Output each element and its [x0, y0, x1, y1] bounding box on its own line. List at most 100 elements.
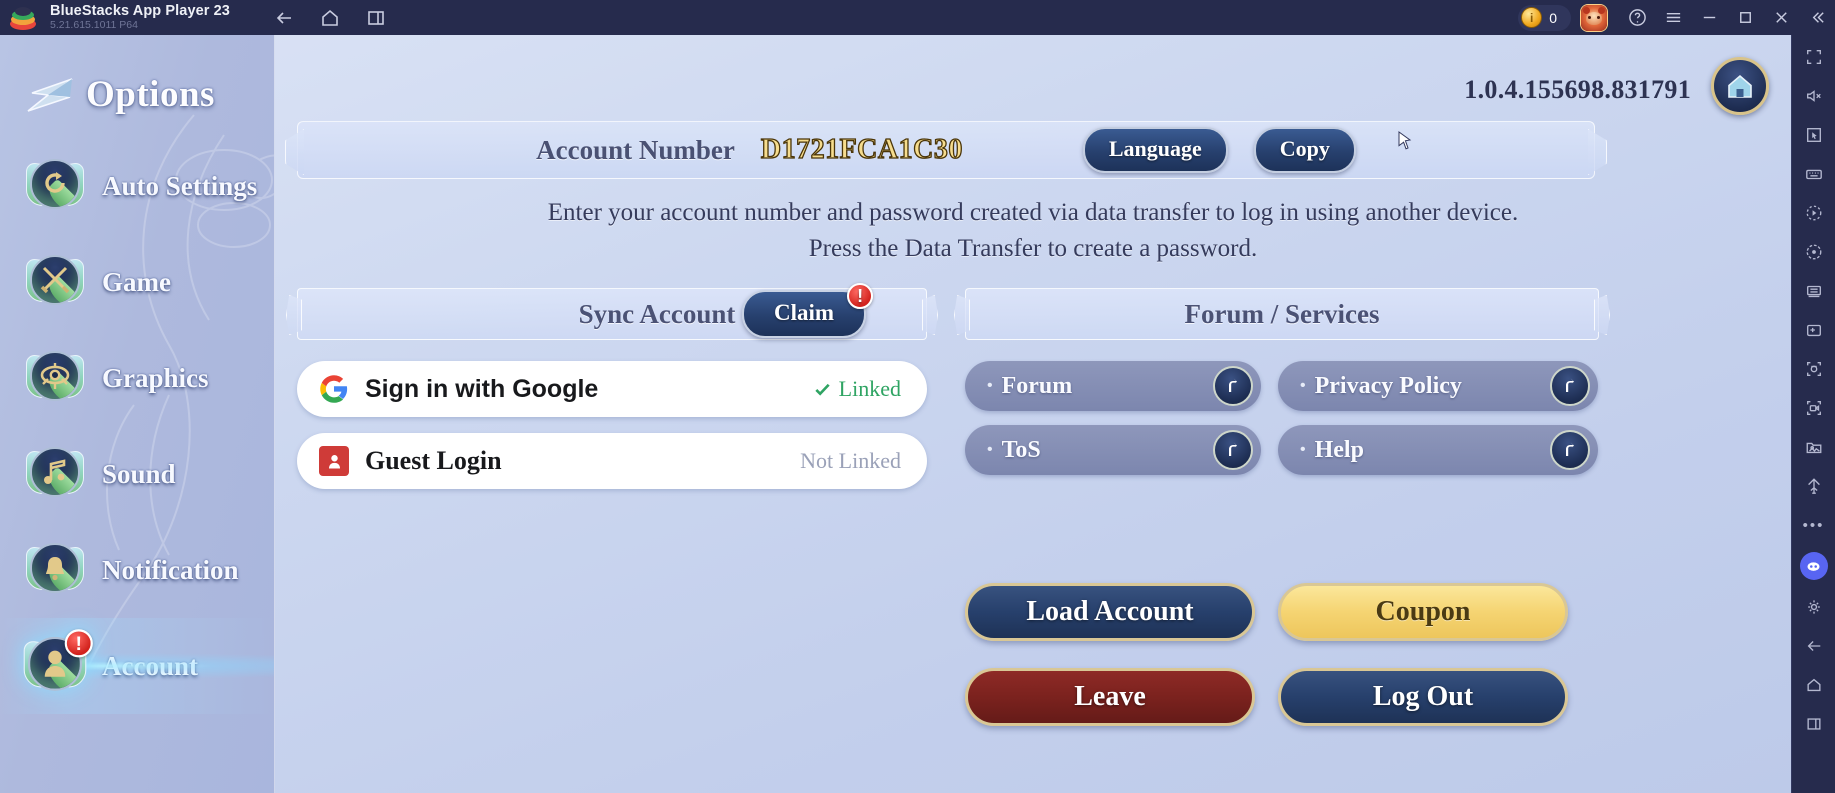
sidebar-item-account[interactable]: ! Account [0, 618, 274, 714]
google-status-text: Linked [838, 376, 901, 401]
google-signin-label: Sign in with Google [365, 374, 599, 403]
bluestacks-logo-icon [10, 5, 36, 31]
sidebar-item-auto-settings[interactable]: Auto Settings [0, 138, 274, 234]
options-sidebar: Options Auto Settings Game Graphics Soun… [0, 35, 275, 793]
titlebar-nav-group [264, 3, 396, 33]
guest-login-label: Guest Login [365, 446, 502, 475]
log-out-button[interactable]: Log Out [1278, 668, 1568, 726]
copy-button[interactable]: Copy [1253, 127, 1356, 173]
coin-balance[interactable]: i 0 [1518, 4, 1571, 31]
maximize-icon[interactable] [1727, 0, 1763, 35]
page-title: Options [86, 74, 215, 115]
sidebar-item-graphics[interactable]: Graphics [0, 330, 274, 426]
claim-button-label: Claim [774, 300, 835, 325]
privacy-policy-link-button[interactable]: • Privacy Policy [1278, 361, 1598, 411]
home-house-icon[interactable] [1711, 57, 1769, 115]
description-line-2: Press the Data Transfer to create a pass… [808, 234, 1258, 262]
sync-account-title: Sync Account [578, 298, 736, 329]
coin-count: 0 [1549, 9, 1557, 26]
bullet-icon: • [1300, 441, 1306, 458]
cursor-icon[interactable] [1796, 117, 1832, 153]
load-account-label: Load Account [1026, 596, 1194, 627]
close-icon[interactable] [1763, 0, 1799, 35]
back-icon[interactable] [264, 3, 304, 33]
game-swords-icon [24, 251, 86, 313]
language-button[interactable]: Language [1082, 127, 1228, 173]
mute-icon[interactable] [1796, 78, 1832, 114]
help-link-button[interactable]: • Help [1278, 425, 1598, 475]
guest-person-icon [319, 446, 349, 476]
options-arrow-icon [27, 77, 73, 112]
multi-instance-icon[interactable] [1796, 273, 1832, 309]
account-panel: 1.0.4.155698.831791 Account Number D1721… [275, 35, 1791, 793]
panel-description: Enter your account number and password c… [275, 195, 1791, 266]
recents-icon[interactable] [1796, 706, 1832, 742]
guest-login-row[interactable]: Guest Login Not Linked [297, 433, 927, 489]
home-icon[interactable] [1796, 667, 1832, 703]
eco-mode-icon[interactable] [1796, 468, 1832, 504]
macro-play-icon[interactable] [1796, 195, 1832, 231]
media-manager-icon[interactable] [1796, 429, 1832, 465]
back-icon[interactable] [1796, 628, 1832, 664]
account-number-label: Account Number [536, 134, 735, 165]
claim-button[interactable]: Claim ! [742, 283, 874, 338]
titlebar-texts: BlueStacks App Player 23 5.21.615.1011 P… [50, 2, 230, 32]
minimize-icon[interactable] [1691, 0, 1727, 35]
tos-link-button[interactable]: • ToS [965, 425, 1261, 475]
google-logo-icon [320, 375, 348, 403]
bullet-icon: • [987, 441, 993, 458]
app-version: 5.21.615.1011 P64 [50, 19, 138, 32]
load-account-button[interactable]: Load Account [965, 583, 1255, 641]
forum-services-title: Forum / Services [1184, 298, 1380, 329]
sidebar-item-label: Auto Settings [102, 170, 258, 201]
google-signin-row[interactable]: Sign in with Google Linked [297, 361, 927, 417]
tos-link-label: ToS [1001, 436, 1041, 463]
coupon-button[interactable]: Coupon [1278, 583, 1568, 641]
account-number-bar: Account Number D1721FCA1C30 Language Cop… [297, 121, 1595, 179]
game-version: 1.0.4.155698.831791 [1464, 75, 1691, 104]
sidebar-item-notification[interactable]: Notification [0, 522, 274, 618]
sound-note-icon [24, 443, 86, 505]
sidebar-item-game[interactable]: Game [0, 234, 274, 330]
status-badge: ! [64, 629, 93, 658]
sidebar-item-label: Game [102, 266, 171, 297]
help-link-label: Help [1314, 436, 1364, 463]
bluestacks-right-toolbar: ••• [1791, 35, 1835, 793]
auto-settings-icon [24, 155, 86, 217]
bullet-icon: • [987, 377, 993, 394]
description-line-1: Enter your account number and password c… [547, 199, 1519, 226]
game-app-icon[interactable] [1581, 4, 1607, 31]
app-title: BlueStacks App Player 23 [50, 2, 230, 19]
more-icon[interactable]: ••• [1796, 507, 1832, 543]
external-link-icon [1550, 430, 1590, 470]
home-icon[interactable] [310, 3, 350, 33]
sidebar-items: Auto Settings Game Graphics Sound Notifi… [0, 138, 274, 714]
collapse-icon[interactable] [1799, 0, 1835, 35]
bluestacks-window: BlueStacks App Player 23 5.21.615.1011 P… [0, 0, 1835, 793]
install-apk-icon[interactable] [1796, 312, 1832, 348]
external-link-icon [1213, 430, 1253, 470]
hamburger-menu-icon[interactable] [1655, 0, 1691, 35]
coupon-label: Coupon [1375, 596, 1471, 627]
forum-link-button[interactable]: • Forum [965, 361, 1261, 411]
graphics-eye-icon [24, 347, 86, 409]
guest-login-status: Not Linked [800, 448, 901, 474]
sidebar-item-sound[interactable]: Sound [0, 426, 274, 522]
leave-label: Leave [1074, 681, 1146, 712]
external-link-icon [1550, 366, 1590, 406]
fullscreen-icon[interactable] [1796, 39, 1832, 75]
guest-status-text: Not Linked [800, 448, 901, 473]
discord-icon[interactable] [1799, 552, 1828, 580]
recents-icon[interactable] [356, 3, 396, 33]
forum-services-header: Forum / Services [954, 288, 1610, 340]
account-number-value: D1721FCA1C30 [760, 133, 963, 165]
record-video-icon[interactable] [1796, 390, 1832, 426]
keyboard-controls-icon[interactable] [1796, 156, 1832, 192]
screenshot-icon[interactable] [1796, 351, 1832, 387]
settings-gear-icon[interactable] [1796, 589, 1832, 625]
claim-badge: ! [847, 283, 874, 309]
help-icon[interactable] [1619, 0, 1655, 35]
leave-button[interactable]: Leave [965, 668, 1255, 726]
sidebar-item-label: Graphics [102, 362, 209, 393]
rotate-icon[interactable] [1796, 234, 1832, 270]
